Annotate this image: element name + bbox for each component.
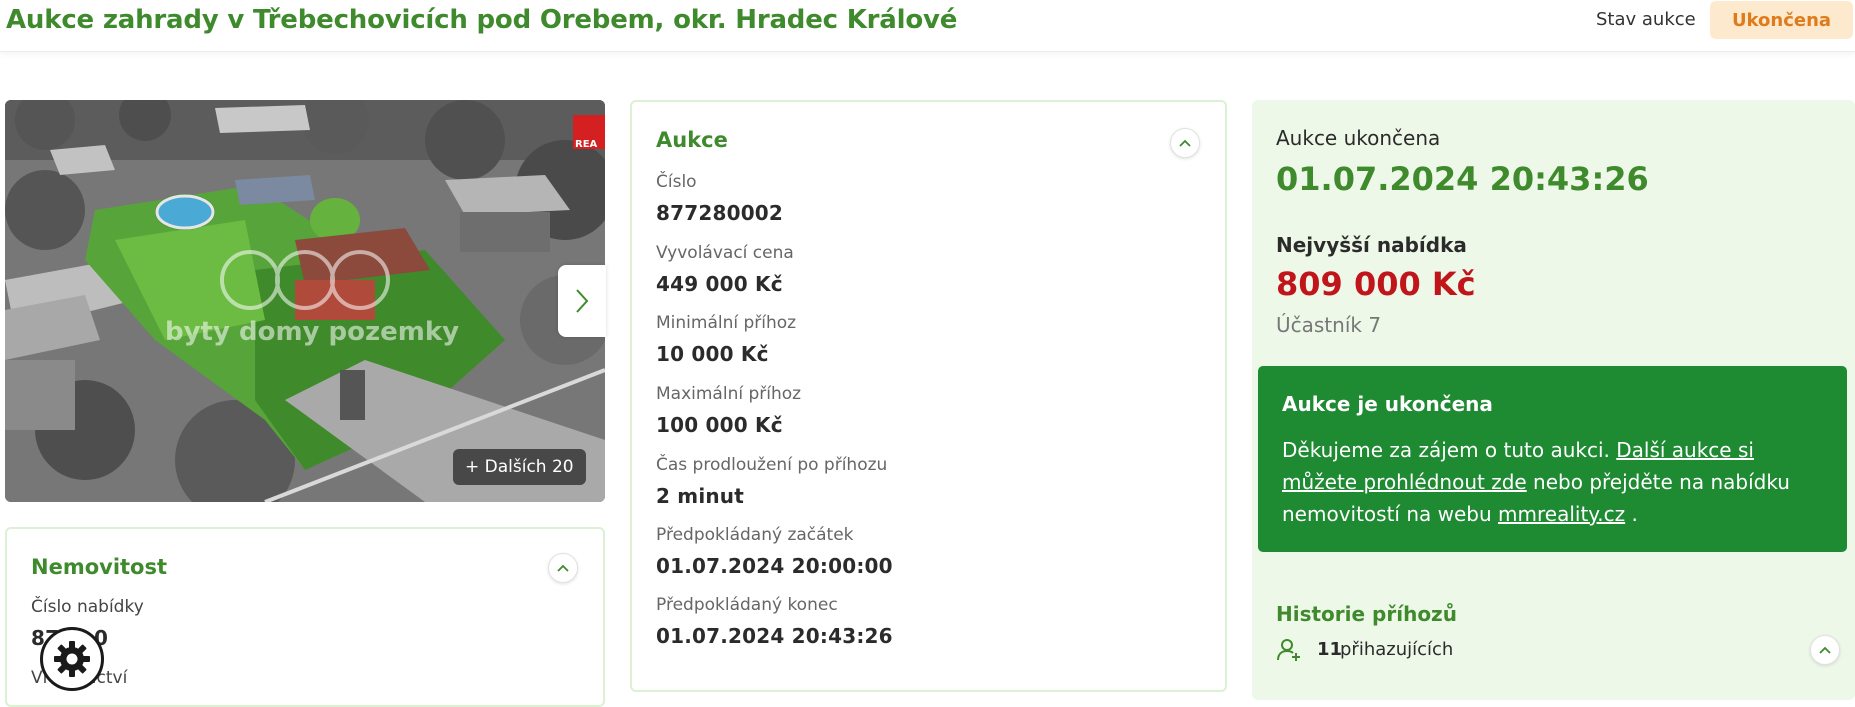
offer-number-label: Číslo nabídky [31,597,144,617]
auction-collapse-button[interactable] [1170,128,1200,158]
property-collapse-button[interactable] [548,553,578,583]
auction-number-value: 877280002 [656,201,784,225]
gear-icon [54,641,90,677]
property-photo[interactable]: byty domy pozemky REA [5,100,605,502]
photo-gallery[interactable]: byty domy pozemky REA [5,100,605,502]
expected-start-value: 01.07.2024 20:00:00 [656,554,893,578]
chevron-up-icon [1819,646,1831,654]
auction-number-label: Číslo [656,172,697,192]
mmreality-link[interactable]: mmreality.cz [1498,502,1625,526]
auction-ended-notice-text: Děkujeme za zájem o tuto aukci. Další au… [1282,434,1827,530]
max-bid-value: 100 000 Kč [656,413,783,437]
starting-price-value: 449 000 Kč [656,272,783,296]
agency-logo-text: REA [575,139,598,150]
top-bidder: Účastník 7 [1276,313,1382,337]
starting-price-label: Vyvolávací cena [656,243,794,263]
notice-text-part-1: Děkujeme za zájem o tuto aukci. [1282,438,1617,462]
auction-ended-notice-title: Aukce je ukončena [1282,392,1493,416]
max-bid-label: Maximální příhoz [656,384,802,404]
top-bid-value: 809 000 Kč [1276,265,1476,303]
auction-ended-notice: Aukce je ukončena Děkujeme za zájem o tu… [1258,366,1847,552]
bidders-label: přihazujících [1340,639,1454,660]
auction-status-badge: Ukončena [1710,1,1853,39]
more-photos-button[interactable]: + Dalších 20 [453,449,586,485]
expected-end-label: Předpokládaný konec [656,595,838,615]
bid-history-title: Historie příhozů [1276,602,1457,626]
auction-ended-datetime: 01.07.2024 20:43:26 [1276,160,1649,198]
extension-time-label: Čas prodloužení po příhozu [656,455,888,475]
user-plus-icon [1277,639,1300,661]
bid-history-collapse-button[interactable] [1810,635,1840,665]
expected-start-label: Předpokládaný začátek [656,525,854,545]
page-title: Aukce zahrady v Třebechovicích pod Orebe… [6,5,958,35]
chevron-up-icon [557,564,569,572]
auction-status-label: Stav aukce [1596,9,1696,30]
chevron-right-icon [576,289,589,313]
auction-card-title: Aukce [656,128,728,152]
notice-text-part-3: . [1625,502,1638,526]
settings-button[interactable] [40,627,104,691]
extension-time-value: 2 minut [656,484,745,508]
property-card-title: Nemovitost [31,555,168,579]
chevron-up-icon [1179,139,1191,147]
gallery-next-button[interactable] [558,265,606,337]
photo-watermark: byty domy pozemky [165,317,459,347]
bidders-count: 11 [1317,639,1343,660]
min-bid-value: 10 000 Kč [656,342,769,366]
top-bid-label: Nejvyšší nabídka [1276,233,1467,257]
expected-end-value: 01.07.2024 20:43:26 [656,624,893,648]
auction-card: Aukce Číslo 877280002 Vyvolávací cena 44… [630,100,1227,692]
page-header: Aukce zahrady v Třebechovicích pod Orebe… [0,0,1855,52]
min-bid-label: Minimální příhoz [656,313,797,333]
auction-ended-label: Aukce ukončena [1276,126,1441,150]
